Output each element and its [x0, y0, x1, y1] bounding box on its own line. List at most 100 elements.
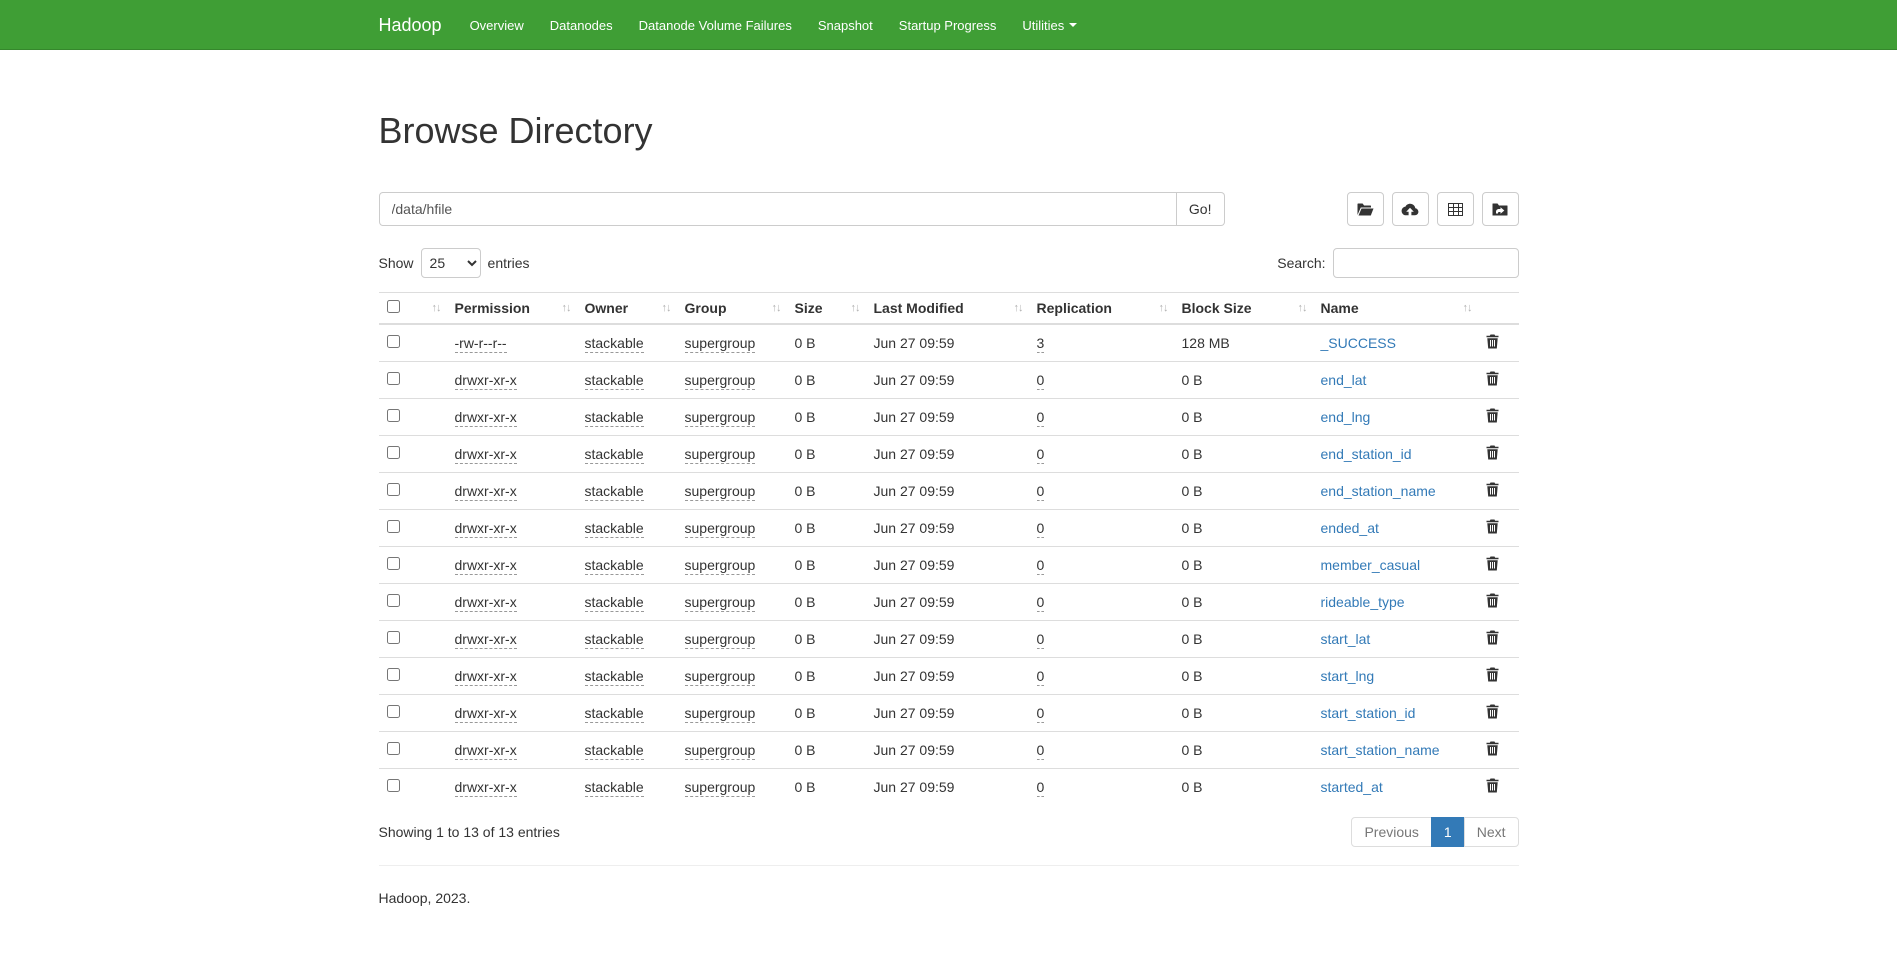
upload-file-button[interactable] — [1392, 192, 1429, 226]
owner-value[interactable]: stackable — [585, 409, 644, 427]
permission-value[interactable]: drwxr-xr-x — [455, 409, 517, 427]
owner-value[interactable]: stackable — [585, 631, 644, 649]
group-value[interactable]: supergroup — [685, 594, 756, 612]
replication-value[interactable]: 0 — [1037, 668, 1045, 686]
trash-icon[interactable] — [1486, 408, 1499, 423]
permission-value[interactable]: drwxr-xr-x — [455, 557, 517, 575]
nav-item-utilities[interactable]: Utilities — [1009, 0, 1090, 50]
replication-value[interactable]: 3 — [1037, 335, 1045, 353]
file-name-link[interactable]: _SUCCESS — [1321, 335, 1396, 351]
replication-value[interactable]: 0 — [1037, 520, 1045, 538]
file-name-link[interactable]: end_station_id — [1321, 446, 1412, 462]
file-name-link[interactable]: rideable_type — [1321, 594, 1405, 610]
nav-item-snapshot[interactable]: Snapshot — [805, 0, 886, 50]
row-checkbox[interactable] — [387, 631, 400, 644]
group-value[interactable]: supergroup — [685, 631, 756, 649]
select-all-checkbox[interactable] — [387, 300, 400, 313]
column-header-owner[interactable]: Owner ↑↓ — [577, 293, 677, 325]
search-input[interactable] — [1333, 248, 1519, 278]
replication-value[interactable]: 0 — [1037, 557, 1045, 575]
row-checkbox[interactable] — [387, 705, 400, 718]
group-value[interactable]: supergroup — [685, 409, 756, 427]
replication-value[interactable]: 0 — [1037, 594, 1045, 612]
file-name-link[interactable]: start_station_id — [1321, 705, 1416, 721]
permission-value[interactable]: drwxr-xr-x — [455, 779, 517, 797]
column-header-permission[interactable]: Permission ↑↓ — [447, 293, 577, 325]
file-name-link[interactable]: start_station_name — [1321, 742, 1440, 758]
pagination-page-1[interactable]: 1 — [1432, 817, 1465, 847]
permission-value[interactable]: drwxr-xr-x — [455, 483, 517, 501]
group-value[interactable]: supergroup — [685, 779, 756, 797]
owner-value[interactable]: stackable — [585, 372, 644, 390]
trash-icon[interactable] — [1486, 445, 1499, 460]
nav-item-datanode-volume-failures[interactable]: Datanode Volume Failures — [626, 0, 805, 50]
owner-value[interactable]: stackable — [585, 446, 644, 464]
permission-value[interactable]: drwxr-xr-x — [455, 446, 517, 464]
group-value[interactable]: supergroup — [685, 372, 756, 390]
sort-icon[interactable]: ↑↓ — [1463, 302, 1473, 314]
permission-value[interactable]: drwxr-xr-x — [455, 520, 517, 538]
group-value[interactable]: supergroup — [685, 520, 756, 538]
pagination-previous[interactable]: Previous — [1351, 817, 1431, 847]
trash-icon[interactable] — [1486, 371, 1499, 386]
trash-icon[interactable] — [1486, 482, 1499, 497]
owner-value[interactable]: stackable — [585, 742, 644, 760]
row-checkbox[interactable] — [387, 557, 400, 570]
owner-value[interactable]: stackable — [585, 705, 644, 723]
replication-value[interactable]: 0 — [1037, 372, 1045, 390]
replication-value[interactable]: 0 — [1037, 742, 1045, 760]
row-checkbox[interactable] — [387, 335, 400, 348]
nav-item-datanodes[interactable]: Datanodes — [537, 0, 626, 50]
owner-value[interactable]: stackable — [585, 520, 644, 538]
permission-value[interactable]: drwxr-xr-x — [455, 705, 517, 723]
file-name-link[interactable]: start_lng — [1321, 668, 1375, 684]
create-directory-button[interactable] — [1347, 192, 1384, 226]
permission-value[interactable]: drwxr-xr-x — [455, 594, 517, 612]
sort-icon[interactable]: ↑↓ — [562, 302, 572, 314]
trash-icon[interactable] — [1486, 519, 1499, 534]
column-header-size[interactable]: Size ↑↓ — [787, 293, 866, 325]
sort-icon[interactable]: ↑↓ — [851, 302, 861, 314]
group-value[interactable]: supergroup — [685, 446, 756, 464]
nav-item-startup-progress[interactable]: Startup Progress — [886, 0, 1010, 50]
sort-icon[interactable]: ↑↓ — [1298, 302, 1308, 314]
group-value[interactable]: supergroup — [685, 742, 756, 760]
row-checkbox[interactable] — [387, 446, 400, 459]
file-name-link[interactable]: ended_at — [1321, 520, 1379, 536]
permission-value[interactable]: -rw-r--r-- — [455, 335, 507, 353]
sort-icon[interactable]: ↑↓ — [662, 302, 672, 314]
file-name-link[interactable]: started_at — [1321, 779, 1383, 795]
sort-icon[interactable]: ↑↓ — [1014, 302, 1024, 314]
row-checkbox[interactable] — [387, 742, 400, 755]
trash-icon[interactable] — [1486, 741, 1499, 756]
row-checkbox[interactable] — [387, 668, 400, 681]
owner-value[interactable]: stackable — [585, 557, 644, 575]
group-value[interactable]: supergroup — [685, 335, 756, 353]
brand-link[interactable]: Hadoop — [379, 0, 457, 50]
owner-value[interactable]: stackable — [585, 483, 644, 501]
row-checkbox[interactable] — [387, 779, 400, 792]
owner-value[interactable]: stackable — [585, 594, 644, 612]
row-checkbox[interactable] — [387, 483, 400, 496]
column-header-name[interactable]: Name ↑↓ — [1313, 293, 1478, 325]
column-header-replication[interactable]: Replication ↑↓ — [1029, 293, 1174, 325]
trash-icon[interactable] — [1486, 667, 1499, 682]
owner-value[interactable]: stackable — [585, 779, 644, 797]
row-checkbox[interactable] — [387, 520, 400, 533]
file-name-link[interactable]: start_lat — [1321, 631, 1371, 647]
group-value[interactable]: supergroup — [685, 668, 756, 686]
permission-value[interactable]: drwxr-xr-x — [455, 742, 517, 760]
move-file-button[interactable] — [1482, 192, 1519, 226]
sort-icon[interactable]: ↑↓ — [772, 302, 782, 314]
group-value[interactable]: supergroup — [685, 705, 756, 723]
trash-icon[interactable] — [1486, 704, 1499, 719]
trash-icon[interactable] — [1486, 778, 1499, 793]
permission-value[interactable]: drwxr-xr-x — [455, 668, 517, 686]
trash-icon[interactable] — [1486, 593, 1499, 608]
owner-value[interactable]: stackable — [585, 335, 644, 353]
trash-icon[interactable] — [1486, 630, 1499, 645]
permission-value[interactable]: drwxr-xr-x — [455, 631, 517, 649]
replication-value[interactable]: 0 — [1037, 779, 1045, 797]
row-checkbox[interactable] — [387, 409, 400, 422]
select-all-header[interactable]: ↑↓ — [379, 293, 447, 325]
